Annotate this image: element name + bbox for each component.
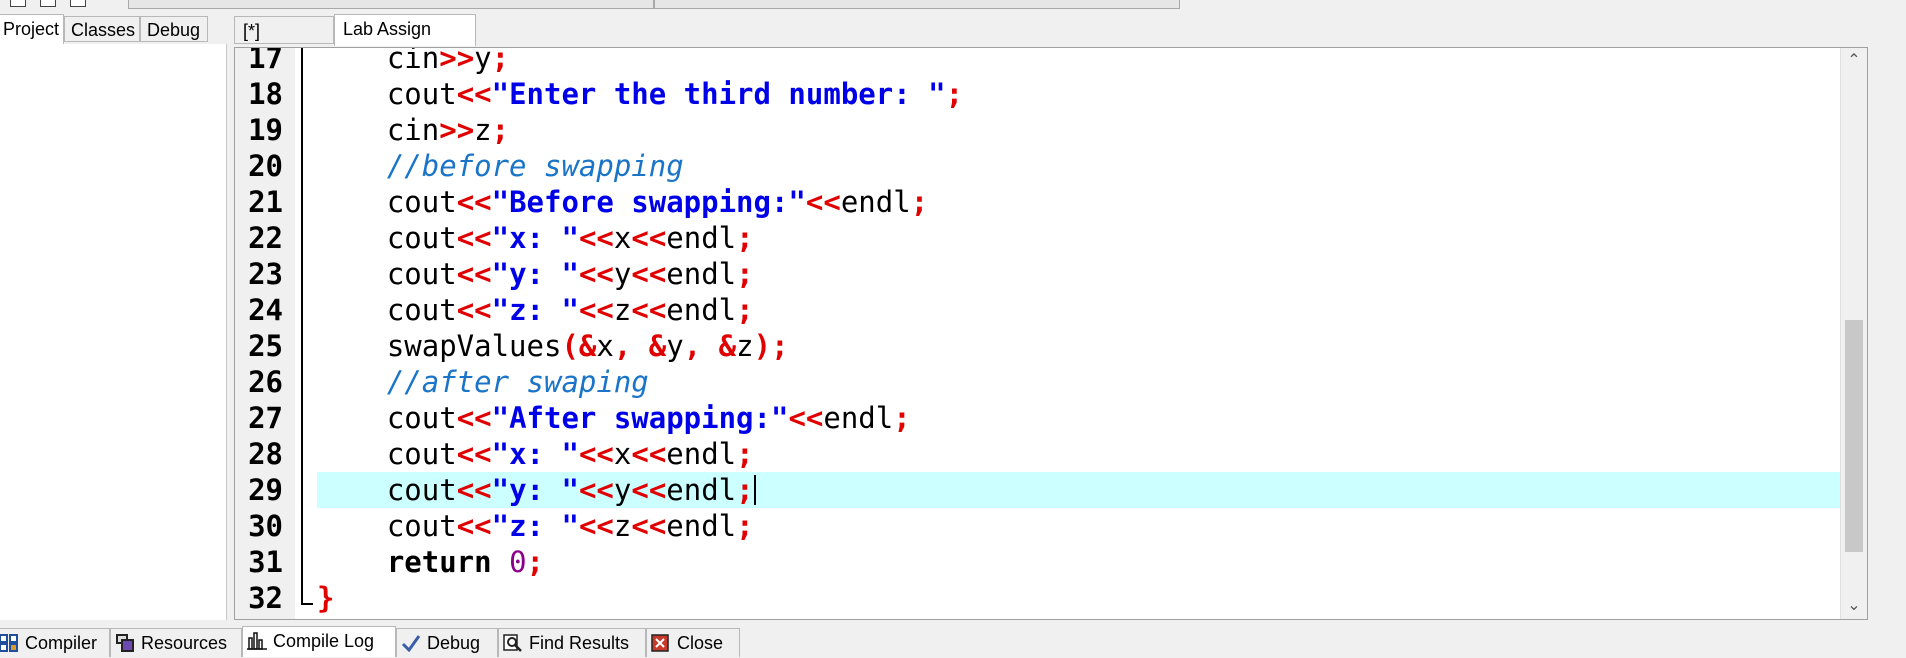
code-line[interactable]: 31 return 0; xyxy=(235,544,1867,580)
line-number: 31 xyxy=(248,545,283,579)
toolbar-combobox[interactable] xyxy=(128,0,654,9)
bottom-panel-tabs: Compiler Resources Compile Log Debug Fin… xyxy=(0,626,1906,657)
toolbar-strip xyxy=(0,0,1906,14)
code-text: cout<<"y: "<<y<<endl; xyxy=(386,257,754,291)
code-line[interactable]: 27 cout<<"After swapping:"<<endl; xyxy=(235,400,1867,436)
code-line[interactable]: 32} xyxy=(235,580,1867,616)
file-tabs: [*] ass.cpp Lab Assign 1.cpp xyxy=(234,14,1034,69)
line-number: 30 xyxy=(248,509,283,543)
code-text: } xyxy=(317,581,335,615)
toolbar-button-icon[interactable] xyxy=(70,0,86,7)
code-editor[interactable]: 17 cin>>y; 18 cout<<"Enter the third numb… xyxy=(234,47,1868,620)
magnifier-icon xyxy=(503,634,522,652)
line-number: 29 xyxy=(248,473,283,507)
bar-chart-icon xyxy=(247,632,267,650)
tab-project[interactable]: Project xyxy=(0,14,64,44)
code-text: cout<<"Before swapping:"<<endl; xyxy=(386,185,929,219)
line-number: 27 xyxy=(248,401,283,435)
code-line[interactable]: 28 cout<<"x: "<<x<<endl; xyxy=(235,436,1867,472)
code-text: cout<<"After swapping:"<<endl; xyxy=(386,401,911,435)
left-panel-tabs: Project Classes Debug xyxy=(0,14,240,44)
code-line[interactable]: 20 //before swapping xyxy=(235,148,1867,184)
project-browser-panel[interactable] xyxy=(0,44,227,620)
line-number: 23 xyxy=(248,257,283,291)
line-number: 22 xyxy=(248,221,283,255)
code-text: cin>>y; xyxy=(386,47,510,75)
code-line[interactable]: 22 cout<<"x: "<<x<<endl; xyxy=(235,220,1867,256)
scroll-up-icon[interactable]: ⌃ xyxy=(1841,48,1867,74)
toolbar-button-icon[interactable] xyxy=(40,0,56,7)
close-stop-icon xyxy=(651,634,669,652)
toolbar-combobox[interactable] xyxy=(654,0,1180,9)
tab-close[interactable]: Close xyxy=(646,628,740,657)
code-line[interactable]: 18 cout<<"Enter the third number: "; xyxy=(235,76,1867,112)
line-number: 28 xyxy=(248,437,283,471)
code-line[interactable]: 21 cout<<"Before swapping:"<<endl; xyxy=(235,184,1867,220)
code-line[interactable]: 24 cout<<"z: "<<z<<endl; xyxy=(235,292,1867,328)
code-line[interactable]: 26 //after swaping xyxy=(235,364,1867,400)
code-text: //before swapping xyxy=(386,149,684,183)
resources-icon xyxy=(116,634,134,652)
checkmark-icon xyxy=(401,635,421,652)
tab-resources[interactable]: Resources xyxy=(110,628,242,657)
code-text: cout<<"x: "<<x<<endl; xyxy=(386,437,754,471)
code-line[interactable]: 29 cout<<"y: "<<y<<endl; xyxy=(235,472,1867,508)
toolbar-button-icon[interactable] xyxy=(10,0,26,7)
line-number: 32 xyxy=(248,581,283,615)
code-text: //after swaping xyxy=(386,365,649,399)
tab-compile-log[interactable]: Compile Log xyxy=(242,626,396,657)
code-line[interactable]: 19 cin>>z; xyxy=(235,112,1867,148)
code-line[interactable]: 17 cin>>y; xyxy=(235,47,1867,76)
line-number: 24 xyxy=(248,293,283,327)
code-line[interactable]: 25 swapValues(&x, &y, &z); xyxy=(235,328,1867,364)
code-text: cin>>z; xyxy=(386,113,510,147)
file-tab-ass-cpp[interactable]: [*] ass.cpp xyxy=(234,16,334,69)
line-number: 21 xyxy=(248,185,283,219)
compiler-grid-icon xyxy=(0,634,18,652)
tab-find-results[interactable]: Find Results xyxy=(498,628,646,657)
line-number: 17 xyxy=(248,47,283,75)
tab-compiler[interactable]: Compiler xyxy=(0,628,110,657)
code-text: cout<<"z: "<<z<<endl; xyxy=(386,509,754,543)
scroll-down-icon[interactable]: ⌄ xyxy=(1841,593,1867,619)
line-number: 20 xyxy=(248,149,283,183)
code-line[interactable]: 23 cout<<"y: "<<y<<endl; xyxy=(235,256,1867,292)
line-number: 25 xyxy=(248,329,283,363)
code-text: cout<<"x: "<<x<<endl; xyxy=(386,221,754,255)
code-text: cout<<"Enter the third number: "; xyxy=(386,77,964,111)
tab-debug[interactable]: Debug xyxy=(396,628,498,657)
code-text: cout<<"z: "<<z<<endl; xyxy=(386,293,754,327)
code-text: cout<<"y: "<<y<<endl; xyxy=(386,473,756,507)
line-number: 26 xyxy=(248,365,283,399)
file-tab-lab-assign[interactable]: Lab Assign 1.cpp xyxy=(334,14,476,67)
code-line[interactable]: 30 cout<<"z: "<<z<<endl; xyxy=(235,508,1867,544)
line-number: 19 xyxy=(248,113,283,147)
vertical-scrollbar[interactable]: ⌃ ⌄ xyxy=(1840,48,1867,619)
code-text: swapValues(&x, &y, &z); xyxy=(386,329,789,363)
text-cursor xyxy=(753,475,756,505)
tab-classes[interactable]: Classes xyxy=(64,16,140,42)
tab-debug-panel[interactable]: Debug xyxy=(140,16,208,42)
code-text: return 0; xyxy=(386,545,545,579)
scrollbar-thumb[interactable] xyxy=(1845,320,1863,552)
line-number: 18 xyxy=(248,77,283,111)
